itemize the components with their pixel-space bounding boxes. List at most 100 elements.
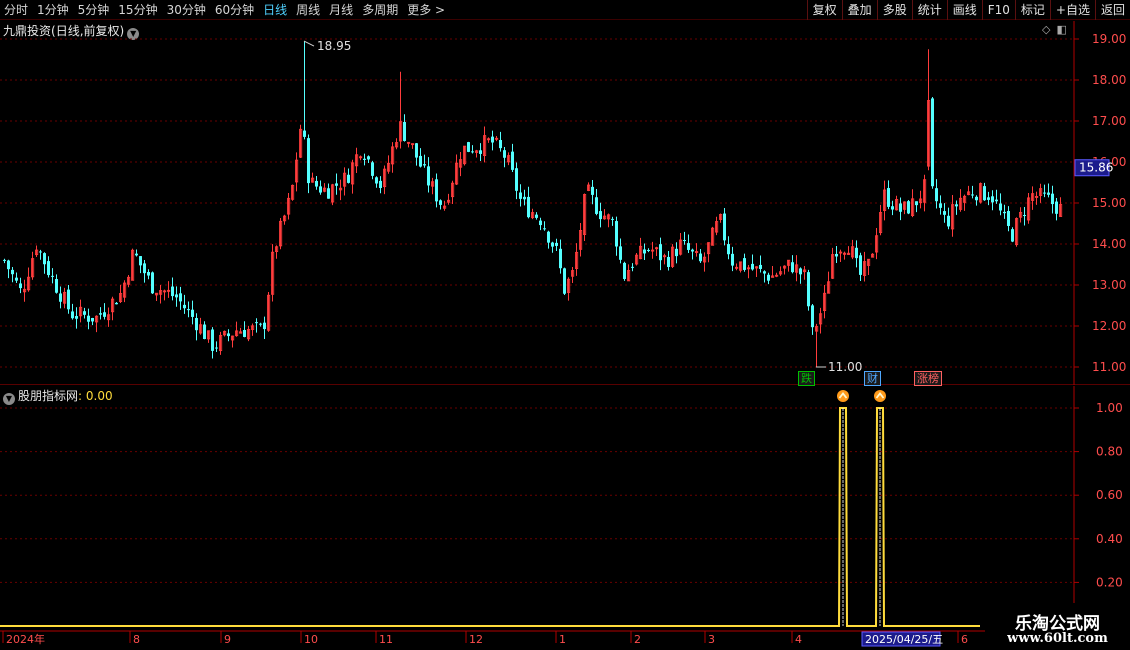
candle [795,255,799,282]
action-button-8[interactable]: 返回 [1094,0,1130,20]
tab-period-0[interactable]: 分时 [4,0,28,20]
candle [363,153,366,166]
candle-body [907,201,910,214]
tab-period-6[interactable]: 日线 [263,0,287,20]
candle-body [971,194,974,196]
candle [179,286,182,310]
candle [603,209,607,220]
candle [351,159,355,194]
candle-body [15,277,18,281]
tab-period-3[interactable]: 15分钟 [118,0,157,20]
candle-body [995,199,998,202]
candle [635,252,639,266]
candle-body [659,244,662,261]
candle [47,256,50,278]
candle [827,271,831,294]
action-button-3[interactable]: 统计 [911,0,947,20]
candlestick-chart[interactable]: 19.0018.0017.0016.0015.0014.0013.0012.00… [0,21,1130,385]
tab-period-9[interactable]: 多周期 [362,0,398,20]
candle [399,71,403,149]
candle [251,323,255,336]
tab-period-8[interactable]: 月线 [329,0,353,20]
candle-body [623,262,626,279]
action-button-5[interactable]: F10 [981,0,1015,20]
candle [59,286,62,309]
candle-body [319,186,322,193]
candle-body [467,142,470,152]
candles [3,41,1063,367]
candle-body [675,248,678,257]
candle [427,157,430,193]
candle [411,143,415,149]
indicator-tick-label: 0.60 [1096,488,1123,502]
action-button-0[interactable]: 复权 [806,0,842,20]
candle-body [683,240,686,242]
candle-body [539,220,542,226]
candle-body [135,253,138,256]
candle [967,185,971,196]
event-marker-limit-up[interactable]: 涨榜 [914,371,942,386]
candle [587,182,591,192]
candle [95,315,99,333]
low-price-label: 11.00 [828,360,862,374]
candle-body [59,293,62,302]
tab-period-5[interactable]: 60分钟 [215,0,254,20]
candle [823,285,827,319]
candle [1051,185,1054,214]
candle [267,291,271,332]
candle [495,135,499,142]
candle [847,246,851,255]
candle-body [547,231,550,243]
action-button-6[interactable]: 标记 [1014,0,1050,20]
candle [631,263,634,272]
tab-period-4[interactable]: 30分钟 [167,0,206,20]
candle [131,248,135,281]
candle [871,253,875,258]
candle [659,237,662,271]
event-marker-drop[interactable]: 跌 [798,371,815,386]
candle [403,114,406,142]
tab-period-2[interactable]: 5分钟 [78,0,110,20]
candle [951,195,955,237]
candle-body [183,304,186,309]
candle-body [743,258,746,270]
price-tick-label: 11.00 [1092,360,1126,374]
candle [831,247,835,280]
candle-body [519,192,522,199]
tab-period-10[interactable]: 更多 > [407,0,445,20]
tab-period-7[interactable]: 周线 [296,0,320,20]
action-button-2[interactable]: 多股 [876,0,912,20]
candle [507,152,511,166]
candle [339,179,343,201]
candle [979,182,983,204]
candle-body [51,275,54,277]
time-tick-label: 2024年 [6,632,45,646]
action-button-4[interactable]: 画线 [946,0,982,20]
action-button-1[interactable]: 叠加 [841,0,877,20]
candle [943,203,946,223]
candle [939,195,942,215]
candle [947,207,950,230]
candle [187,301,190,318]
candle [1019,207,1023,223]
candle [879,204,883,236]
candle [483,126,487,163]
candle-body [615,221,618,247]
candle [291,184,295,201]
event-marker-finance[interactable]: 财 [864,371,881,386]
candle-body [899,203,902,212]
candle-body [1011,229,1014,242]
candle-body [139,256,142,266]
candle-body [379,180,382,189]
candle [771,266,775,278]
candle-body [1003,211,1006,214]
candle-body [87,315,90,322]
indicator-chart[interactable]: 1.000.800.600.400.202024年 8 9 10 11 12 1 2 3 4 202… [0,386,1130,650]
candle [887,180,890,210]
action-button-7[interactable]: +自选 [1049,0,1095,20]
candle [819,307,823,334]
candle [151,271,154,294]
candle [583,193,587,242]
candle [959,189,963,212]
tab-period-1[interactable]: 1分钟 [37,0,69,20]
